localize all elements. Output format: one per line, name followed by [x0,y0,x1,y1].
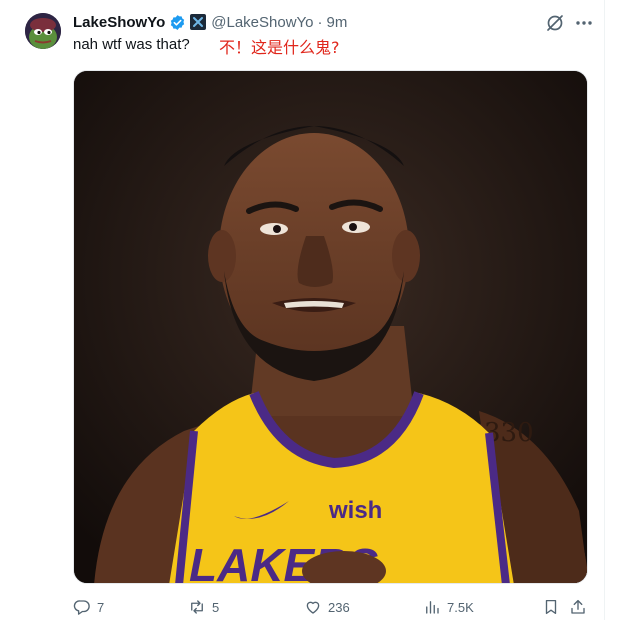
timestamp[interactable]: 9m [327,14,348,31]
share-icon [571,599,585,614]
reply-button[interactable]: 7 [73,596,104,618]
retweet-button[interactable]: 5 [188,596,219,618]
retweet-icon [191,600,203,614]
verified-badge-icon [171,14,185,30]
bookmark-button[interactable] [542,596,560,618]
reply-count: 7 [97,599,105,615]
timeline-border [604,0,605,620]
basketball-player-photo: 330 wish LAKERS [74,71,587,583]
more-options-icon[interactable] [574,13,594,33]
tweet-text: nah wtf was that? [73,36,190,53]
handle[interactable]: @LakeShowYo [211,14,313,31]
like-count: 236 [328,599,350,615]
heart-icon [306,601,320,614]
view-count: 7.5K [447,599,474,615]
grok-icon[interactable] [545,13,565,33]
like-button[interactable]: 236 [304,596,350,618]
pepe-frog-icon [25,13,61,49]
display-name[interactable]: LakeShowYo [73,14,165,31]
views-button[interactable]: 7.5K [423,596,474,618]
tweet-card[interactable]: LakeShowYo @LakeShowYo · 9m nah wtf was … [0,0,617,620]
avatar[interactable] [25,13,61,49]
translation-text: 不！这是什么鬼? [219,38,340,57]
share-button[interactable] [569,596,587,618]
tweet-header: LakeShowYo @LakeShowYo · 9m [73,12,347,32]
bookmark-icon [545,599,557,615]
tweet-media-photo[interactable]: 330 wish LAKERS [73,70,588,584]
retweet-count: 5 [212,599,220,615]
jersey-sponsor-text: wish [328,497,382,524]
tweet-actions: 7 5 236 7.5K [73,596,591,618]
reply-icon [73,600,90,615]
affiliate-x-icon [190,14,207,30]
separator-dot: · [317,13,323,31]
views-chart-icon [426,601,439,614]
